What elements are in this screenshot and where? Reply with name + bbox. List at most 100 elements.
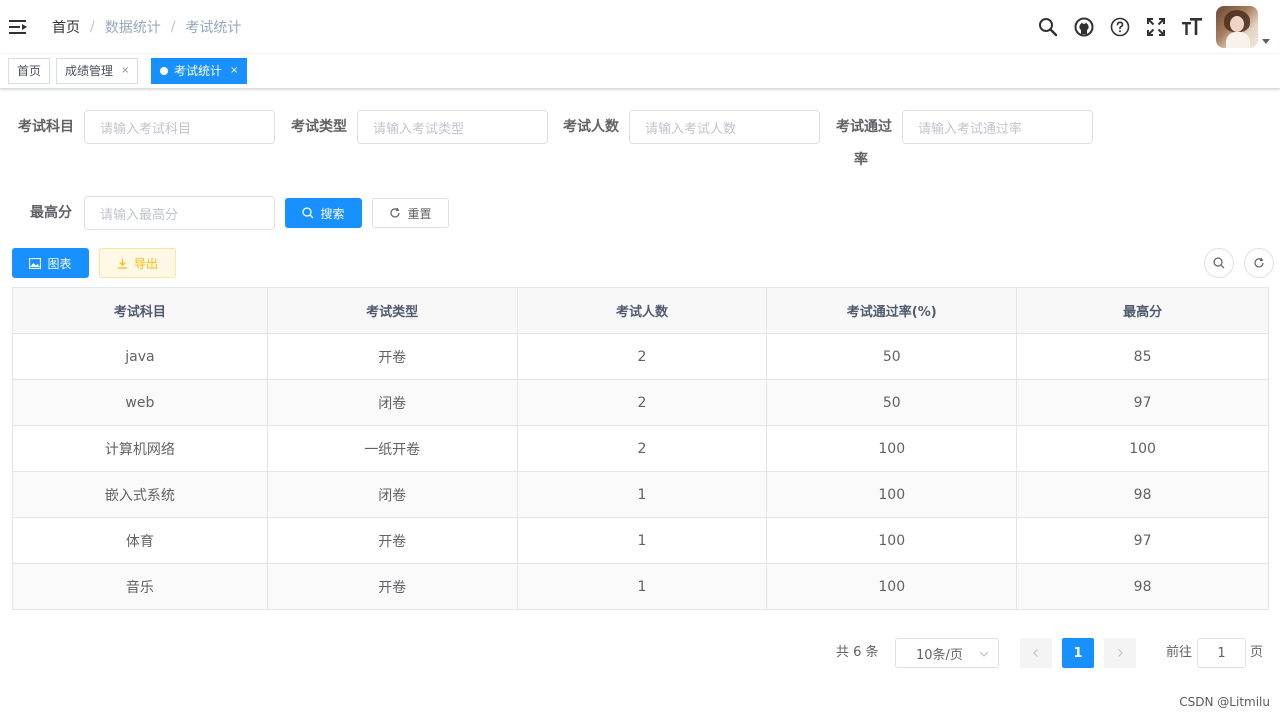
page-size-select[interactable]: 10条/页	[895, 638, 999, 668]
pagination-total: 共 6 条	[836, 645, 879, 660]
cell-count: 1	[516, 517, 768, 564]
tag-home[interactable]: 首页	[8, 58, 51, 84]
cell-type: 一纸开卷	[266, 425, 518, 472]
tag-score-management[interactable]: 成绩管理 ×	[56, 58, 139, 84]
table-row: web 闭卷 2 50 97	[12, 379, 1269, 426]
chevron-right-icon	[1118, 649, 1123, 657]
refresh-table-button[interactable]	[1244, 248, 1274, 278]
active-dot-icon	[160, 67, 168, 75]
close-icon[interactable]: ×	[121, 59, 129, 83]
prev-page-button[interactable]	[1020, 638, 1052, 668]
download-icon	[117, 258, 128, 269]
tags-view: 首页 成绩管理 × 考试统计 ×	[0, 54, 1280, 89]
tag-exam-stats[interactable]: 考试统计 ×	[151, 58, 248, 84]
watermark: CSDN @Litmilu	[1179, 695, 1270, 709]
cell-max-score: 98	[1016, 471, 1269, 518]
caret-down-icon	[1262, 39, 1270, 44]
pass-rate-input[interactable]: 请输入考试通过率	[902, 110, 1093, 144]
toggle-search-button[interactable]	[1204, 248, 1234, 278]
search-button-label: 搜索	[320, 206, 345, 221]
subject-input[interactable]: 请输入考试科目	[84, 110, 275, 144]
question-circle-icon[interactable]	[1102, 0, 1138, 54]
count-input[interactable]: 请输入考试人数	[629, 110, 820, 144]
fullscreen-icon[interactable]	[1138, 0, 1174, 54]
cell-type: 闭卷	[266, 471, 518, 518]
search-button[interactable]: 搜索	[285, 198, 362, 228]
cell-pass-rate: 100	[766, 563, 1018, 610]
search-icon	[1213, 257, 1225, 269]
cell-type: 开卷	[266, 563, 518, 610]
font-size-icon[interactable]	[1174, 0, 1210, 54]
max-score-input[interactable]: 请输入最高分	[84, 196, 275, 230]
breadcrumb-separator: /	[170, 19, 176, 35]
cell-pass-rate: 50	[766, 333, 1018, 380]
cell-subject: web	[12, 379, 268, 426]
cell-max-score: 97	[1016, 517, 1269, 564]
hamburger-menu-icon[interactable]	[8, 17, 28, 37]
tag-label: 考试统计	[174, 64, 223, 78]
refresh-icon	[390, 207, 401, 218]
pass-rate-label: 考试通过	[836, 119, 892, 135]
cell-subject: java	[12, 333, 268, 380]
github-icon[interactable]	[1066, 0, 1102, 54]
count-label: 考试人数	[563, 119, 619, 135]
column-header-max-score: 最高分	[1016, 287, 1269, 334]
table-row: 体育 开卷 1 100 97	[12, 517, 1269, 564]
cell-pass-rate: 100	[766, 425, 1018, 472]
reset-button-label: 重置	[407, 206, 432, 221]
column-header-type: 考试类型	[266, 287, 518, 334]
cell-max-score: 100	[1016, 425, 1269, 472]
cell-count: 1	[516, 471, 768, 518]
subject-label: 考试科目	[18, 119, 74, 135]
breadcrumb-item-data-stats: 数据统计	[104, 20, 161, 36]
tag-label: 首页	[17, 64, 42, 78]
search-icon[interactable]	[1030, 0, 1066, 54]
cell-max-score: 97	[1016, 379, 1269, 426]
cell-count: 2	[516, 379, 768, 426]
jump-page-input[interactable]: 1	[1197, 638, 1246, 668]
tag-label: 成绩管理	[65, 64, 114, 78]
page-number-button[interactable]: 1	[1062, 638, 1094, 668]
cell-type: 开卷	[266, 333, 518, 380]
table-row: 计算机网络 一纸开卷 2 100 100	[12, 425, 1269, 472]
column-header-subject: 考试科目	[12, 287, 268, 334]
right-menu	[1030, 0, 1280, 54]
cell-max-score: 98	[1016, 563, 1269, 610]
cell-pass-rate: 100	[766, 517, 1018, 564]
picture-icon	[29, 257, 42, 269]
cell-pass-rate: 50	[766, 379, 1018, 426]
cell-subject: 嵌入式系统	[12, 471, 268, 518]
cell-count: 1	[516, 563, 768, 610]
cell-type: 闭卷	[266, 379, 518, 426]
next-page-button[interactable]	[1104, 638, 1136, 668]
column-header-pass-rate: 考试通过率(%)	[766, 287, 1018, 334]
cell-subject: 计算机网络	[12, 425, 268, 472]
avatar[interactable]	[1216, 6, 1258, 48]
page-size-value: 10条/页	[916, 647, 963, 663]
type-input[interactable]: 请输入考试类型	[357, 110, 548, 144]
cell-pass-rate: 100	[766, 471, 1018, 518]
chart-button[interactable]: 图表	[12, 248, 89, 278]
chevron-down-icon	[979, 651, 989, 657]
pass-rate-label-line2: 率	[854, 152, 868, 168]
breadcrumb-item-exam-stats: 考试统计	[185, 20, 242, 36]
cell-count: 2	[516, 425, 768, 472]
cell-count: 2	[516, 333, 768, 380]
cell-type: 开卷	[266, 517, 518, 564]
reset-button[interactable]: 重置	[372, 198, 449, 228]
cell-subject: 体育	[12, 517, 268, 564]
user-avatar-dropdown[interactable]	[1216, 6, 1270, 48]
breadcrumb-item-home[interactable]: 首页	[52, 17, 80, 37]
column-header-count: 考试人数	[516, 287, 768, 334]
table-row: 音乐 开卷 1 100 98	[12, 563, 1269, 610]
export-button[interactable]: 导出	[99, 248, 176, 278]
search-icon	[302, 207, 314, 219]
close-icon[interactable]: ×	[230, 59, 238, 83]
type-label: 考试类型	[291, 119, 347, 135]
table-row: java 开卷 2 50 85	[12, 333, 1269, 380]
jump-suffix: 页	[1250, 645, 1264, 660]
exam-stats-table: 考试科目 考试类型 考试人数 考试通过率(%) 最高分 java 开卷 2 50…	[12, 287, 1269, 610]
table-row: 嵌入式系统 闭卷 1 100 98	[12, 471, 1269, 518]
jump-prefix: 前往	[1166, 645, 1193, 660]
table-header-row: 考试科目 考试类型 考试人数 考试通过率(%) 最高分	[12, 287, 1269, 334]
